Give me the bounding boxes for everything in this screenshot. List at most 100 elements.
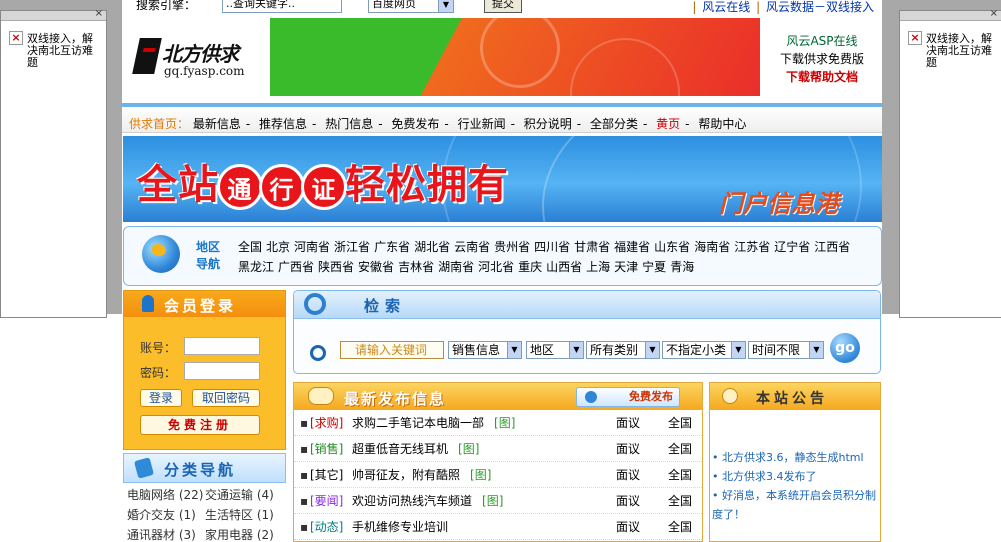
link-download-help[interactable]: 下载帮助文档: [762, 68, 882, 86]
list-item[interactable]: ▪ [其它] 帅哥征友，附有酷照 [图] 面议 全国: [294, 462, 702, 488]
left-ad-text[interactable]: 双线接入，解决南北互访难题: [27, 33, 98, 69]
keyword-input[interactable]: 请输入关键词: [340, 341, 444, 359]
notice-item[interactable]: 北方供求3.6，静态生成html: [712, 448, 878, 467]
region-item[interactable]: 黑龙江: [238, 260, 274, 274]
go-button[interactable]: go: [830, 333, 860, 363]
search-engine-select[interactable]: 百度网页 ▼: [368, 0, 454, 13]
site-logo[interactable]: 北方供求 gq.fyasp.com: [132, 38, 260, 82]
region-item[interactable]: 陕西省: [318, 260, 354, 274]
link-download-free[interactable]: 下载供求免费版: [762, 50, 882, 68]
item-title[interactable]: 帅哥征友，附有酷照: [352, 468, 460, 482]
region-item[interactable]: 宁夏: [642, 260, 666, 274]
close-icon[interactable]: ×: [95, 8, 103, 19]
region-select[interactable]: 地区 ▼: [526, 341, 584, 359]
region-item[interactable]: 湖南省: [438, 260, 474, 274]
region-item[interactable]: 福建省: [614, 240, 650, 254]
region-item[interactable]: 海南省: [694, 240, 730, 254]
region-item[interactable]: 河北省: [478, 260, 514, 274]
subcategory-select[interactable]: 不指定小类 ▼: [662, 341, 746, 359]
region-item[interactable]: 广东省: [374, 240, 410, 254]
list-item[interactable]: ▪ [销售] 超重低音无线耳机 [图] 面议 全国: [294, 436, 702, 462]
close-icon[interactable]: ×: [990, 8, 998, 19]
right-ad-text[interactable]: 双线接入，解决南北互访难题: [926, 33, 993, 69]
top-keyword-input[interactable]: ..查询关键字..: [222, 0, 342, 13]
chevron-down-icon[interactable]: ▼: [645, 342, 659, 358]
info-type-select[interactable]: 销售信息 ▼: [448, 341, 522, 359]
region-item[interactable]: 湖北省: [414, 240, 450, 254]
region-item[interactable]: 上海: [586, 260, 610, 274]
item-image-flag[interactable]: [图]: [470, 468, 491, 482]
promo-banner[interactable]: 全站通行证轻松拥有 门户信息港: [123, 136, 882, 222]
nav-item-industry-news[interactable]: 行业新闻: [458, 117, 506, 131]
category-link[interactable]: 生活特区 (1): [205, 505, 283, 525]
region-item[interactable]: 江苏省: [734, 240, 770, 254]
category-link[interactable]: 交通运输 (4): [205, 485, 283, 505]
nav-home[interactable]: 供求首页：: [129, 117, 189, 131]
item-image-flag[interactable]: [图]: [482, 494, 503, 508]
list-item[interactable]: ▪ [动态] 手机维修专业培训 面议 全国: [294, 514, 702, 540]
region-item[interactable]: 吉林省: [398, 260, 434, 274]
notice-item[interactable]: 北方供求3.4发布了: [712, 467, 878, 486]
top-submit-button[interactable]: 提交: [484, 0, 522, 13]
chevron-down-icon[interactable]: ▼: [731, 342, 745, 358]
item-title[interactable]: 超重低音无线耳机: [352, 442, 448, 456]
category-link[interactable]: 通讯器材 (3): [127, 525, 205, 542]
category-link[interactable]: 婚介交友 (1): [127, 505, 205, 525]
region-item[interactable]: 安徽省: [358, 260, 394, 274]
region-item[interactable]: 浙江省: [334, 240, 370, 254]
time-select[interactable]: 时间不限 ▼: [748, 341, 824, 359]
region-item[interactable]: 江西省: [814, 240, 850, 254]
header-ad-banner[interactable]: [270, 18, 760, 96]
chevron-down-icon[interactable]: ▼: [438, 0, 453, 12]
list-item[interactable]: ▪ [要闻] 欢迎访问热线汽车频道 [图] 面议 全国: [294, 488, 702, 514]
region-item[interactable]: 河南省: [294, 240, 330, 254]
region-item[interactable]: 北京: [266, 240, 290, 254]
nav-item-points[interactable]: 积分说明: [524, 117, 572, 131]
chevron-down-icon[interactable]: ▼: [809, 342, 823, 358]
left-floating-ad[interactable]: × × 双线接入，解决南北互访难题: [0, 8, 107, 318]
region-item[interactable]: 四川省: [534, 240, 570, 254]
link-fengyun-data[interactable]: 风云数据－双线接入: [766, 0, 874, 14]
region-item[interactable]: 云南省: [454, 240, 490, 254]
link-fengyun-online[interactable]: 风云在线: [702, 0, 750, 14]
nav-item-latest[interactable]: 最新信息: [193, 117, 241, 131]
free-publish-button[interactable]: 免费发布: [576, 387, 680, 407]
nav-item-recommended[interactable]: 推荐信息: [259, 117, 307, 131]
nav-item-free-publish[interactable]: 免费发布: [391, 117, 439, 131]
notice-item[interactable]: 好消息，本系统开启会员积分制度了！: [712, 486, 878, 524]
nav-item-hot[interactable]: 热门信息: [325, 117, 373, 131]
login-button[interactable]: 登录: [140, 389, 182, 407]
region-item[interactable]: 山西省: [546, 260, 582, 274]
chevron-down-icon[interactable]: ▼: [507, 342, 521, 358]
region-item[interactable]: 广西省: [278, 260, 314, 274]
password-input[interactable]: [184, 362, 260, 380]
category-link[interactable]: 家用电器 (2): [205, 525, 283, 542]
item-image-flag[interactable]: [图]: [494, 416, 515, 430]
nav-item-all-categories[interactable]: 全部分类: [590, 117, 638, 131]
chevron-down-icon[interactable]: ▼: [569, 342, 583, 358]
category-row: 婚介交友 (1) 生活特区 (1): [127, 505, 282, 525]
region-item[interactable]: 重庆: [518, 260, 542, 274]
account-input[interactable]: [184, 337, 260, 355]
list-item[interactable]: ▪ [求购] 求购二手笔记本电脑一部 [图] 面议 全国: [294, 410, 702, 436]
link-asp-online[interactable]: 风云ASP在线: [762, 32, 882, 50]
region-item[interactable]: 山东省: [654, 240, 690, 254]
item-title[interactable]: 手机维修专业培训: [352, 520, 448, 534]
item-tag: [求购]: [310, 416, 344, 430]
region-item[interactable]: 辽宁省: [774, 240, 810, 254]
register-button[interactable]: 免费注册: [140, 415, 260, 435]
region-item[interactable]: 全国: [238, 240, 262, 254]
recover-password-button[interactable]: 取回密码: [192, 389, 260, 407]
nav-item-help[interactable]: 帮助中心: [698, 117, 746, 131]
nav-item-yellow-pages[interactable]: 黄页: [656, 117, 680, 131]
right-floating-ad[interactable]: × × 双线接入，解决南北互访难题: [899, 8, 1001, 318]
item-title[interactable]: 欢迎访问热线汽车频道: [352, 494, 472, 508]
region-item[interactable]: 甘肃省: [574, 240, 610, 254]
item-title[interactable]: 求购二手笔记本电脑一部: [352, 416, 484, 430]
category-link[interactable]: 电脑网络 (22): [127, 485, 205, 505]
region-item[interactable]: 青海: [670, 260, 694, 274]
item-image-flag[interactable]: [图]: [458, 442, 479, 456]
region-item[interactable]: 天津: [614, 260, 638, 274]
region-item[interactable]: 贵州省: [494, 240, 530, 254]
category-select[interactable]: 所有类别 ▼: [586, 341, 660, 359]
